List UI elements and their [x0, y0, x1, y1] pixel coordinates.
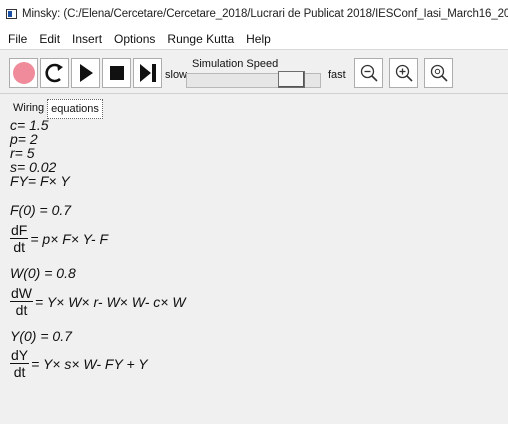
- tab-bar: Wiring equations: [10, 99, 103, 119]
- derivative-numerator: dY: [10, 347, 30, 364]
- derivative-fraction: dF dt: [10, 222, 29, 255]
- derivative-numerator: dW: [10, 285, 33, 302]
- equation-y-initial: Y(0) = 0.7: [10, 328, 72, 344]
- derivative-rhs: = p× F× Y- F: [30, 231, 109, 247]
- reset-button[interactable]: [40, 58, 69, 88]
- tab-wiring[interactable]: Wiring: [10, 99, 47, 117]
- equation-dw-dt: dW dt = Y× W× r- W× W- c× W: [10, 286, 186, 318]
- derivative-rhs: = Y× s× W- FY + Y: [31, 356, 148, 372]
- derivative-fraction: dW dt: [10, 286, 33, 318]
- derivative-denominator: dt: [13, 239, 26, 255]
- equation-w-initial: W(0) = 0.8: [10, 265, 76, 281]
- zoom-out-icon: [360, 64, 378, 82]
- reset-icon: [44, 63, 63, 83]
- derivative-fraction: dY dt: [10, 347, 30, 380]
- menu-insert[interactable]: Insert: [66, 32, 108, 46]
- title-bar: Minsky: (C:/Elena/Cercetare/Cercetare_20…: [0, 0, 508, 28]
- equation-dy-dt: dY dt = Y× s× W- FY + Y: [10, 348, 148, 380]
- stop-icon: [109, 66, 124, 80]
- derivative-denominator: dt: [13, 364, 26, 380]
- zoom-reset-button[interactable]: [424, 58, 453, 88]
- slider-handle[interactable]: [278, 71, 305, 88]
- derivative-numerator: dF: [10, 222, 29, 239]
- simulation-speed-label: Simulation Speed: [192, 58, 279, 70]
- zoom-in-button[interactable]: [389, 58, 418, 88]
- menu-file[interactable]: File: [0, 32, 33, 46]
- menu-runge-kutta[interactable]: Runge Kutta: [161, 32, 240, 46]
- tab-equations[interactable]: equations: [47, 99, 103, 119]
- window-title: Minsky: (C:/Elena/Cercetare/Cercetare_20…: [22, 8, 508, 20]
- menu-options[interactable]: Options: [108, 32, 161, 46]
- zoom-reset-icon: [430, 64, 448, 82]
- menu-help[interactable]: Help: [240, 32, 277, 46]
- derivative-denominator: dt: [15, 302, 28, 318]
- fast-label: fast: [328, 69, 346, 81]
- run-button[interactable]: [71, 58, 100, 88]
- toolbar: slow Simulation Speed fast: [0, 50, 508, 94]
- play-icon: [79, 64, 93, 82]
- app-icon: [6, 9, 17, 19]
- derivative-rhs: = Y× W× r- W× W- c× W: [35, 294, 186, 310]
- step-button[interactable]: [133, 58, 162, 88]
- zoom-in-icon: [395, 64, 413, 82]
- stop-button[interactable]: [102, 58, 131, 88]
- record-button[interactable]: [9, 58, 38, 88]
- step-icon: [139, 64, 156, 82]
- equation-fy: FY= F× Y: [10, 173, 70, 189]
- menu-edit[interactable]: Edit: [33, 32, 66, 46]
- equation-f-initial: F(0) = 0.7: [10, 202, 72, 218]
- menu-bar: File Edit Insert Options Runge Kutta Hel…: [0, 28, 508, 50]
- record-icon: [12, 62, 35, 84]
- equation-df-dt: dF dt = p× F× Y- F: [10, 223, 108, 255]
- zoom-out-button[interactable]: [354, 58, 383, 88]
- slow-label: slow: [165, 69, 188, 81]
